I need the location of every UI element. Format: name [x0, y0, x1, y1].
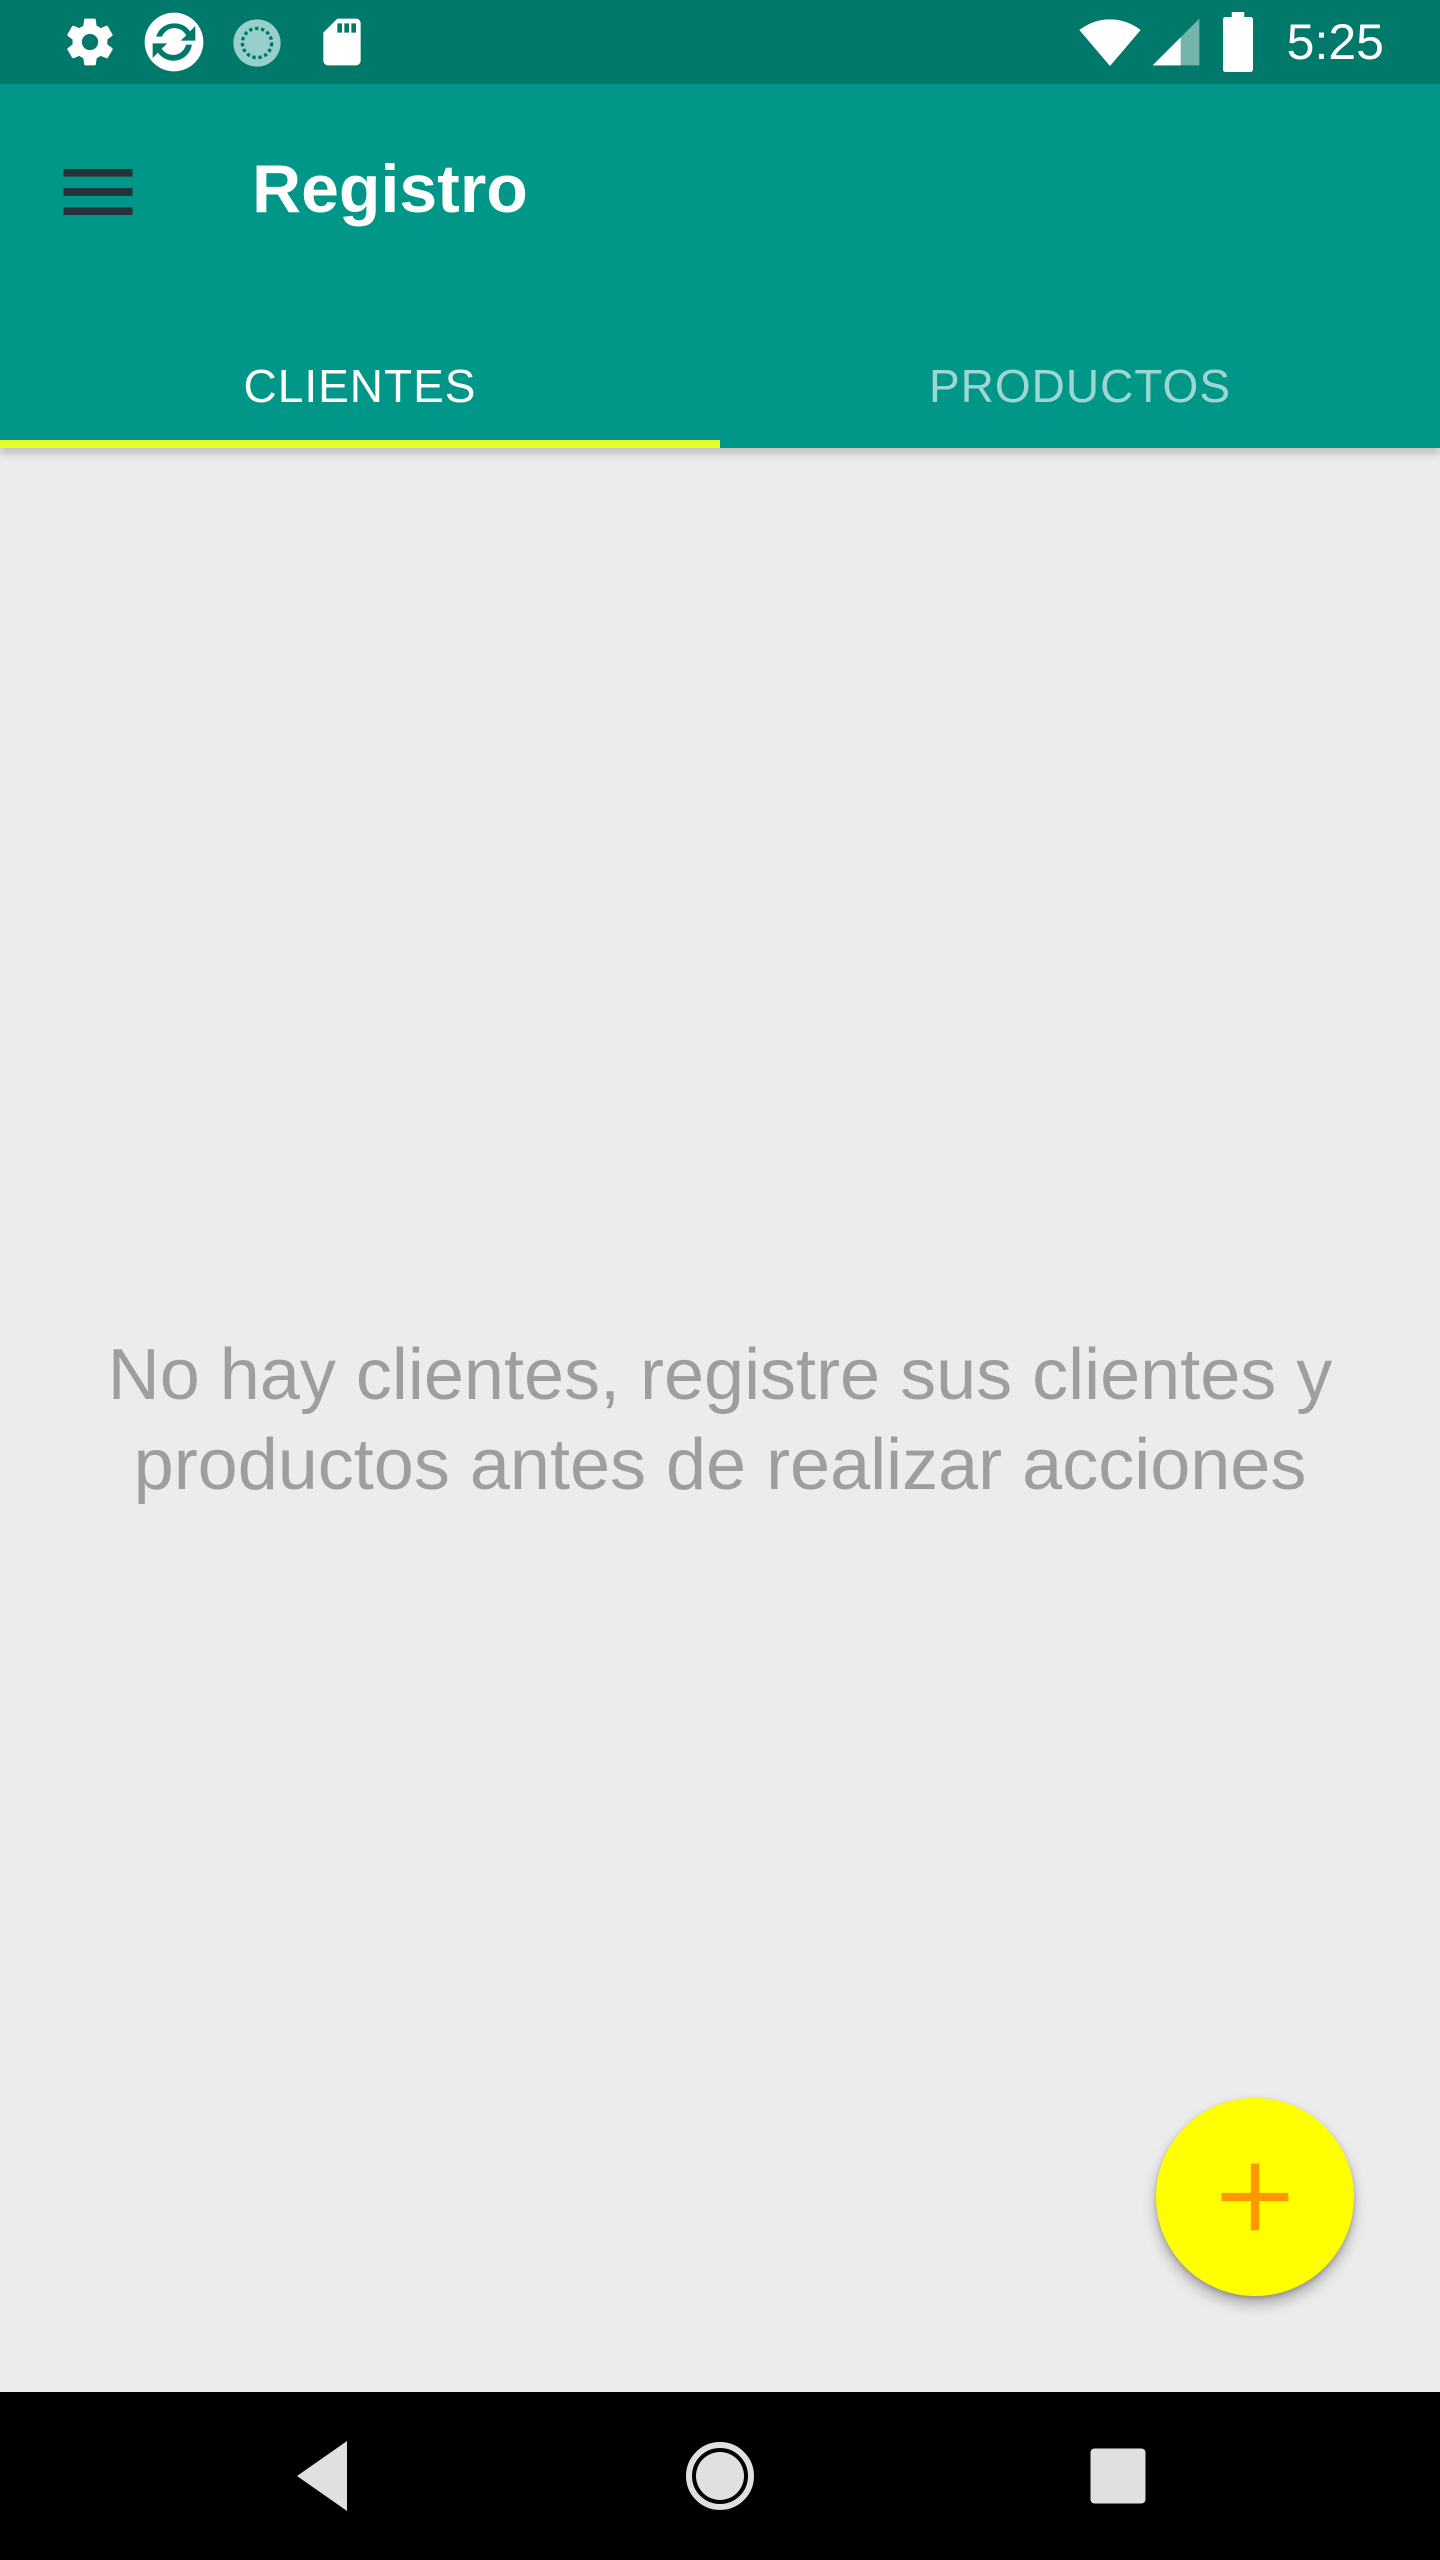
back-icon[interactable] — [262, 2416, 382, 2536]
wifi-icon — [1078, 10, 1142, 74]
sd-card-icon — [314, 14, 370, 70]
plus-icon — [1221, 2163, 1289, 2231]
gear-icon — [62, 14, 118, 70]
empty-state-message: No hay clientes, registre sus clientes y… — [107, 1335, 1333, 1505]
status-bar: 5:25 — [0, 0, 1440, 84]
add-button[interactable] — [1156, 2098, 1354, 2296]
sync-icon — [142, 10, 206, 74]
tab-indicator — [0, 440, 720, 448]
tab-clientes[interactable]: CLIENTES — [0, 324, 720, 448]
loading-icon — [230, 16, 284, 70]
home-icon[interactable] — [660, 2416, 780, 2536]
cell-signal-icon — [1148, 14, 1204, 70]
page-title: Registro — [252, 151, 528, 227]
app-bar: Registro CLIENTES PRODUCTOS — [0, 84, 1440, 448]
navigation-bar — [0, 2392, 1440, 2560]
tab-label: CLIENTES — [243, 360, 477, 412]
status-time: 5:25 — [1286, 14, 1384, 70]
hamburger-menu-icon[interactable] — [52, 146, 144, 238]
recents-icon[interactable] — [1058, 2416, 1178, 2536]
tab-label: PRODUCTOS — [928, 360, 1232, 412]
battery-icon — [1220, 12, 1272, 72]
tab-productos[interactable]: PRODUCTOS — [720, 324, 1440, 448]
